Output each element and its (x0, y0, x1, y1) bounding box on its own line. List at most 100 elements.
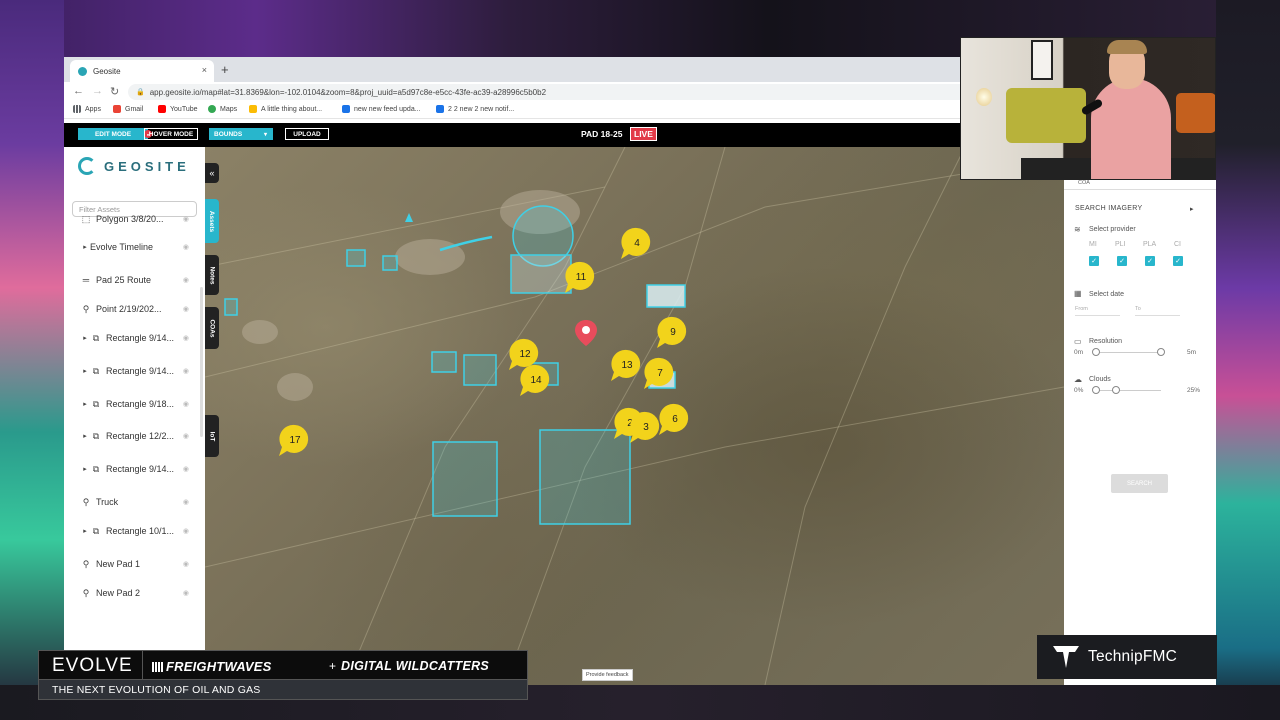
rect-geofence[interactable] (463, 354, 497, 386)
visibility-eye-icon[interactable]: ◉ (183, 560, 189, 568)
asset-row[interactable]: ═ Pad 25 Route ◉ (64, 271, 205, 289)
visibility-eye-icon[interactable]: ◉ (183, 498, 189, 506)
point-marker[interactable] (405, 213, 413, 222)
collapse-sidebar-icon[interactable]: « (205, 163, 219, 183)
chevron-right-icon[interactable]: ▸ (80, 432, 90, 440)
asset-row[interactable]: ▸ Evolve Timeline ◉ (64, 238, 205, 256)
visibility-eye-icon[interactable]: ◉ (183, 400, 189, 408)
asset-row[interactable]: ▸ ⧉ Rectangle 10/1... ◉ (64, 522, 205, 540)
asset-row[interactable]: ▸ ⧉ Rectangle 12/2... ◉ (64, 427, 205, 445)
tab-coa[interactable]: COA (1078, 180, 1090, 186)
chevron-right-icon[interactable]: ▸ (1190, 205, 1194, 213)
from-date-field[interactable]: From (1075, 306, 1088, 312)
resolution-max-handle[interactable] (1157, 348, 1165, 356)
close-tab-icon[interactable]: × (202, 65, 207, 75)
new-tab-button[interactable]: + (221, 62, 229, 77)
visibility-eye-icon[interactable]: ◉ (183, 305, 189, 313)
clouds-min-handle[interactable] (1092, 386, 1100, 394)
rect-geofence[interactable] (510, 254, 572, 294)
asset-row[interactable]: ▸ ⧉ Rectangle 9/14... ◉ (64, 329, 205, 347)
chevron-right-icon[interactable]: ▸ (80, 527, 90, 535)
chevron-right-icon[interactable]: ▸ (80, 334, 90, 342)
bookmark-youtube[interactable]: YouTube (158, 105, 198, 113)
slack-icon (249, 105, 257, 113)
visibility-eye-icon[interactable]: ◉ (183, 367, 189, 375)
visibility-eye-icon[interactable]: ◉ (183, 432, 189, 440)
rect-geofence[interactable] (382, 255, 398, 271)
asset-row[interactable]: ⬚ Polygon 3/8/20... ◉ (64, 210, 205, 228)
chevron-right-icon[interactable]: ▸ (80, 367, 90, 375)
resolution-max: 5m (1187, 349, 1197, 356)
url-field[interactable]: 🔒 app.geosite.io/map#lat=31.8369&lon=-10… (128, 84, 1008, 100)
visibility-eye-icon[interactable]: ◉ (183, 465, 189, 473)
upload-button[interactable]: UPLOAD (285, 128, 329, 140)
browser-tab[interactable]: Geosite × (70, 60, 214, 82)
chevron-right-icon[interactable]: ▸ (80, 400, 90, 408)
visibility-eye-icon[interactable]: ◉ (183, 334, 189, 342)
tab-coas[interactable]: COAs (205, 307, 219, 349)
reload-icon[interactable]: ↻ (110, 85, 119, 98)
back-icon[interactable]: ← (73, 85, 84, 97)
resolution-min-handle[interactable] (1092, 348, 1100, 356)
tab-iot[interactable]: IoT (205, 415, 219, 457)
rect-geofence[interactable] (539, 429, 631, 525)
hover-mode-button[interactable]: HOVER MODE (144, 128, 198, 140)
rect-geofence[interactable] (432, 441, 498, 517)
chevron-down-icon: ▾ (263, 131, 267, 138)
numbered-marker[interactable]: 4 (621, 227, 651, 259)
asset-row[interactable]: ⚲ Truck ◉ (64, 493, 205, 511)
edit-mode-button[interactable]: EDIT MODE ● (78, 128, 152, 140)
asset-row[interactable]: ⚲ New Pad 2 ◉ (64, 584, 205, 602)
provide-feedback-button[interactable]: Provide feedback (582, 669, 633, 681)
chevron-right-icon[interactable]: ▸ (80, 465, 90, 473)
clouds-slider[interactable] (1097, 390, 1161, 391)
bookmark-maps[interactable]: Maps (208, 105, 237, 113)
visibility-eye-icon[interactable]: ◉ (183, 243, 189, 251)
asset-row[interactable]: ⚲ Point 2/19/202... ◉ (64, 300, 205, 318)
search-imagery-title[interactable]: SEARCH IMAGERY (1075, 205, 1142, 212)
numbered-marker[interactable]: 11 (565, 261, 595, 293)
resolution-slider[interactable] (1097, 352, 1161, 353)
tab-assets[interactable]: Assets (205, 199, 219, 243)
chevron-right-icon[interactable]: ▸ (80, 243, 90, 251)
checkbox-pli[interactable]: ✓ (1117, 256, 1127, 266)
to-date-field[interactable]: To (1135, 306, 1141, 312)
numbered-marker[interactable]: 17 (279, 424, 309, 456)
numbered-marker[interactable]: 3 (630, 411, 660, 443)
forward-icon[interactable]: → (92, 85, 103, 97)
checkbox-mi[interactable]: ✓ (1089, 256, 1099, 266)
bookmark-little-thing[interactable]: A little thing about... (249, 105, 322, 113)
bookmark-notif[interactable]: 2 2 new 2 new notif... (436, 105, 514, 113)
search-button[interactable]: SEARCH (1111, 474, 1168, 493)
bookmark-apps[interactable]: Apps (73, 105, 101, 113)
satellite-map[interactable]: 4 11 9 12 13 7 14 2 3 6 17 (205, 147, 1064, 685)
tab-notes[interactable]: Notes (205, 255, 219, 295)
visibility-eye-icon[interactable]: ◉ (183, 589, 189, 597)
bookmark-feed[interactable]: new new feed upda... (342, 105, 421, 113)
imagery-panel: COA SEARCH IMAGERY ▸ ≋ Select provider M… (1064, 147, 1216, 685)
provider-ci: CI (1174, 241, 1181, 248)
asset-row[interactable]: ⚲ New Pad 1 ◉ (64, 555, 205, 573)
checkbox-pla[interactable]: ✓ (1145, 256, 1155, 266)
rect-geofence[interactable] (346, 249, 366, 267)
rect-geofence[interactable] (224, 298, 238, 316)
clouds-max-handle[interactable] (1112, 386, 1120, 394)
numbered-marker[interactable]: 9 (657, 316, 687, 348)
checkbox-ci[interactable]: ✓ (1173, 256, 1183, 266)
visibility-eye-icon[interactable]: ◉ (183, 215, 189, 223)
rect-geofence[interactable] (431, 351, 457, 373)
asset-row[interactable]: ▸ ⧉ Rectangle 9/14... ◉ (64, 362, 205, 380)
visibility-eye-icon[interactable]: ◉ (183, 527, 189, 535)
visibility-eye-icon[interactable]: ◉ (183, 276, 189, 284)
bookmark-gmail[interactable]: Gmail (113, 105, 143, 113)
marker-label: 14 (530, 375, 542, 386)
rect-geofence[interactable] (646, 284, 686, 308)
bounds-dropdown[interactable]: BOUNDS ▾ (209, 128, 273, 140)
red-pin-icon[interactable] (575, 320, 597, 346)
numbered-marker[interactable]: 6 (659, 403, 689, 435)
numbered-marker[interactable]: 14 (520, 364, 550, 396)
asset-row[interactable]: ▸ ⧉ Rectangle 9/14... ◉ (64, 460, 205, 478)
asset-row[interactable]: ▸ ⧉ Rectangle 9/18... ◉ (64, 395, 205, 413)
marker-group: 411912137142 3617 (279, 227, 689, 456)
sidebar-scrollbar[interactable] (200, 287, 203, 437)
